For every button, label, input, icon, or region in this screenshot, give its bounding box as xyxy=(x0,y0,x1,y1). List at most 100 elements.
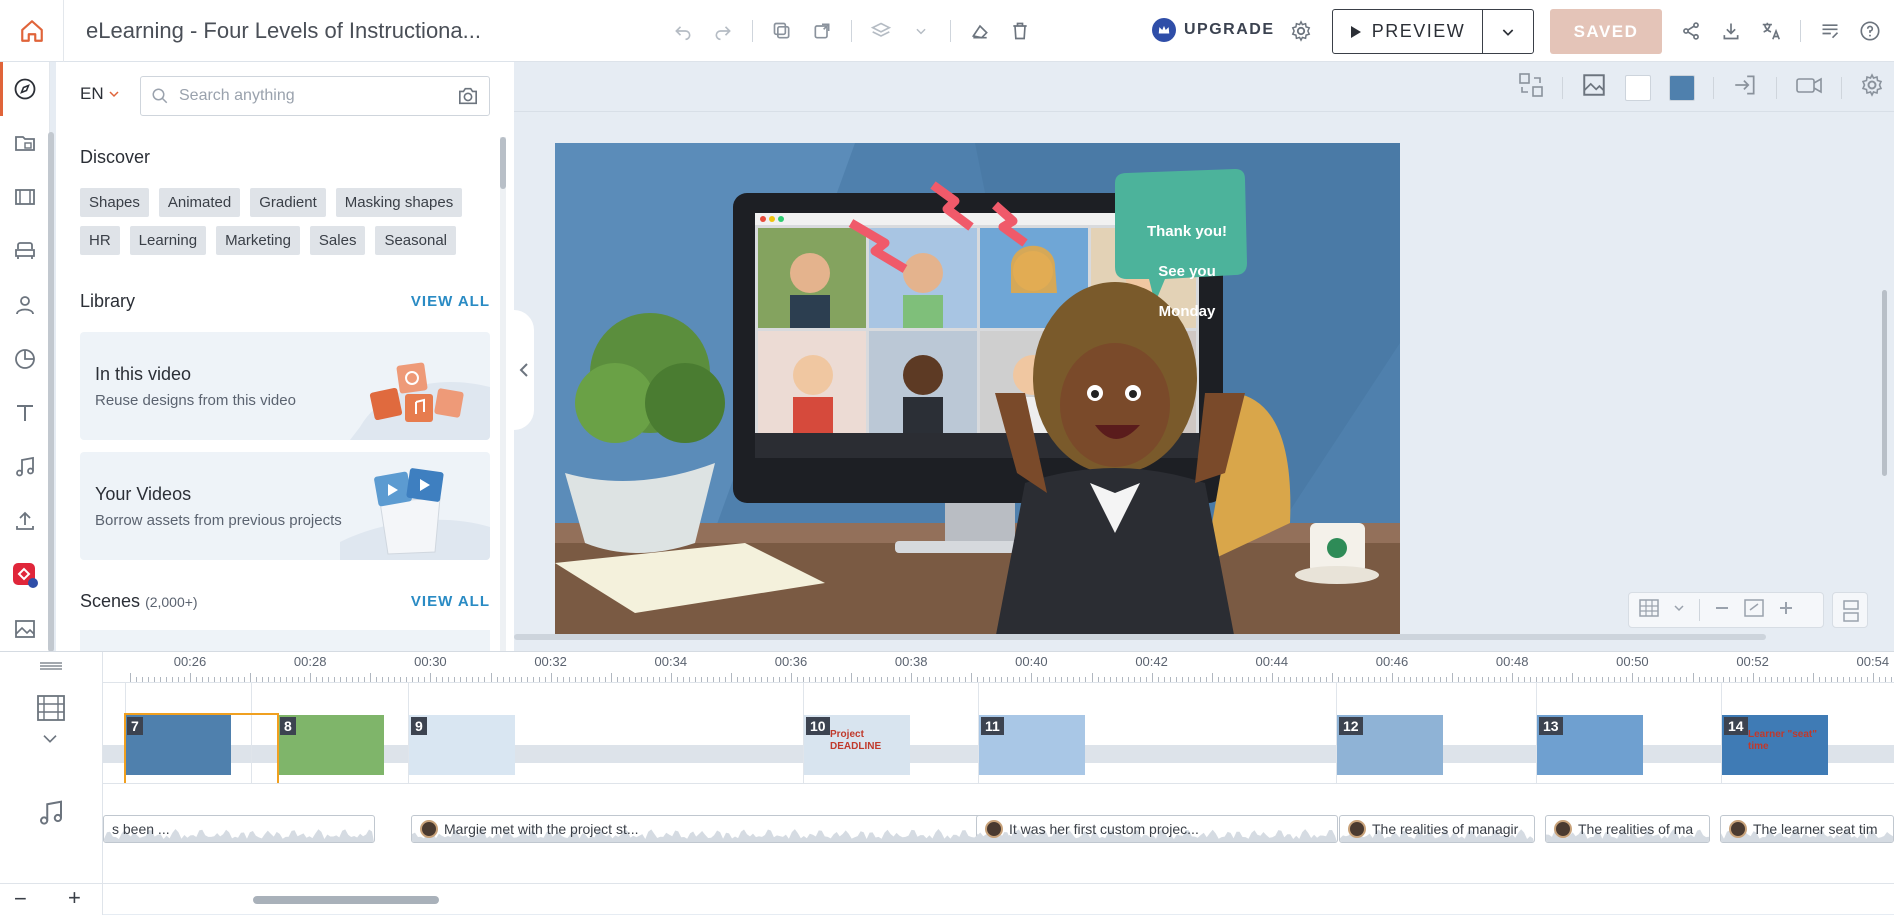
timeline-zoom-in-button[interactable]: + xyxy=(68,885,81,911)
audio-clip[interactable]: It was her first custom projec... xyxy=(976,815,1338,843)
notes-icon[interactable] xyxy=(1819,20,1841,42)
language-select[interactable]: EN xyxy=(80,84,120,104)
ruler-tick xyxy=(977,677,979,682)
ruler-tick xyxy=(1674,677,1676,682)
search-box[interactable] xyxy=(140,76,490,116)
scenes-view-all-link[interactable]: VIEW ALL xyxy=(411,593,490,610)
timeline-scrollbar[interactable] xyxy=(107,896,1894,904)
color-swatch-white[interactable] xyxy=(1625,74,1651,101)
color-swatch-blue[interactable] xyxy=(1669,74,1695,101)
rail-music[interactable] xyxy=(0,440,50,494)
ruler-tick xyxy=(971,673,973,682)
rail-scrollbar[interactable] xyxy=(48,132,54,652)
card-your-videos[interactable]: Your Videos Borrow assets from previous … xyxy=(80,452,490,560)
tag-seasonal[interactable]: Seasonal xyxy=(375,226,457,255)
ruler-tick xyxy=(1319,677,1321,682)
gear-icon[interactable] xyxy=(1860,73,1884,102)
scene-thumbnail[interactable]: 12 xyxy=(1337,715,1443,775)
layers-icon[interactable] xyxy=(870,20,892,42)
chevron-down-icon[interactable] xyxy=(910,20,932,42)
audio-clip[interactable]: s been ... xyxy=(103,815,375,843)
tag-shapes[interactable]: Shapes xyxy=(80,188,149,217)
scenes-track-icon[interactable] xyxy=(36,694,66,727)
translate-icon[interactable] xyxy=(1760,20,1782,42)
tag-animated[interactable]: Animated xyxy=(158,188,241,217)
rail-images[interactable] xyxy=(0,602,50,656)
preview-options-button[interactable] xyxy=(1483,24,1533,40)
canvas-horizontal-scrollbar[interactable] xyxy=(514,634,1766,640)
ruler-tick xyxy=(652,677,654,682)
rail-charts[interactable] xyxy=(0,332,50,386)
ruler-tick xyxy=(1217,677,1219,682)
audio-clip[interactable]: The realities of managir xyxy=(1339,815,1535,843)
rail-props[interactable] xyxy=(0,224,50,278)
background-image-icon[interactable] xyxy=(1581,72,1607,103)
timeline-zoom-out-button[interactable]: − xyxy=(14,886,27,912)
ruler-tick xyxy=(688,677,690,682)
grid-icon[interactable] xyxy=(1639,598,1659,622)
home-button[interactable] xyxy=(0,0,64,62)
canvas-vertical-scrollbar[interactable] xyxy=(1882,290,1887,476)
scene-thumbnail[interactable]: 8 xyxy=(278,715,384,775)
rail-brand[interactable] xyxy=(0,548,50,602)
ruler-tick xyxy=(1752,673,1754,682)
document-title[interactable]: eLearning - Four Levels of Instructiona.… xyxy=(86,18,506,44)
ruler-tick xyxy=(1470,677,1472,682)
audio-clip[interactable]: The realities of ma xyxy=(1545,815,1710,843)
enter-icon[interactable] xyxy=(1732,72,1758,103)
tag-marketing[interactable]: Marketing xyxy=(216,226,300,255)
duplicate-icon[interactable] xyxy=(811,20,833,42)
rail-text[interactable] xyxy=(0,386,50,440)
delete-icon[interactable] xyxy=(1009,20,1031,42)
redo-icon[interactable] xyxy=(712,20,734,42)
tag-learning[interactable]: Learning xyxy=(129,226,207,255)
timeline: 00:26 00:28 00:30 00:32 00:34 00:36 00:38 00:40… xyxy=(0,651,1894,915)
swap-icon[interactable] xyxy=(1518,72,1544,103)
rail-characters[interactable] xyxy=(0,278,50,332)
card-in-this-video[interactable]: In this video Reuse designs from this vi… xyxy=(80,332,490,440)
rail-video[interactable] xyxy=(0,170,50,224)
download-icon[interactable] xyxy=(1720,20,1742,42)
scene-canvas[interactable]: Thank you! See you Monday xyxy=(555,143,1400,640)
chevron-down-icon[interactable] xyxy=(42,732,58,750)
help-icon[interactable] xyxy=(1859,20,1881,42)
audio-track-icon[interactable] xyxy=(36,798,66,833)
zoom-out-icon[interactable] xyxy=(1714,600,1730,621)
audio-clip[interactable]: The learner seat tim xyxy=(1720,815,1894,843)
scene-thumbnail[interactable]: 14 Learner "seat" time xyxy=(1722,715,1828,775)
tag-sales[interactable]: Sales xyxy=(309,226,366,255)
share-icon[interactable] xyxy=(1680,20,1702,42)
scene-thumbnail[interactable]: 13 xyxy=(1537,715,1643,775)
saved-button[interactable]: SAVED xyxy=(1550,9,1662,54)
scene-thumbnail[interactable]: 9 xyxy=(409,715,515,775)
rail-discover[interactable] xyxy=(0,62,50,116)
scene-thumbnail[interactable]: 10 Project DEADLINE xyxy=(804,715,910,775)
scene-thumbnail[interactable]: 11 xyxy=(979,715,1085,775)
rail-media[interactable] xyxy=(0,116,50,170)
scene-preview-strip[interactable] xyxy=(80,630,490,651)
search-input[interactable] xyxy=(179,87,447,105)
tag-gradient[interactable]: Gradient xyxy=(250,188,326,217)
fit-screen-icon[interactable] xyxy=(1744,598,1764,622)
time-ruler[interactable]: 00:26 00:28 00:30 00:32 00:34 00:36 00:38 00:40… xyxy=(103,652,1894,683)
rail-upload[interactable] xyxy=(0,494,50,548)
tag-hr[interactable]: HR xyxy=(80,226,120,255)
undo-icon[interactable] xyxy=(672,20,694,42)
library-view-all-link[interactable]: VIEW ALL xyxy=(411,293,490,310)
copy-icon[interactable] xyxy=(771,20,793,42)
gear-icon[interactable] xyxy=(1290,20,1312,47)
chevron-down-icon[interactable] xyxy=(1673,601,1685,619)
camera-icon[interactable] xyxy=(457,86,479,106)
preview-button[interactable]: PREVIEW xyxy=(1332,9,1534,54)
camera-video-icon[interactable] xyxy=(1795,72,1823,103)
canvas-panel-toggle[interactable] xyxy=(1832,592,1868,628)
preview-main[interactable]: PREVIEW xyxy=(1333,10,1483,53)
panel-scrollbar[interactable] xyxy=(500,137,506,657)
zoom-in-icon[interactable] xyxy=(1778,600,1794,621)
collapse-panel-button[interactable] xyxy=(514,310,534,430)
upgrade-button[interactable]: UPGRADE xyxy=(1152,18,1275,42)
clear-format-icon[interactable] xyxy=(969,20,991,42)
tag-masking-shapes[interactable]: Masking shapes xyxy=(335,188,463,217)
ruler-tick xyxy=(766,677,768,682)
drag-handle-icon[interactable] xyxy=(38,658,64,676)
